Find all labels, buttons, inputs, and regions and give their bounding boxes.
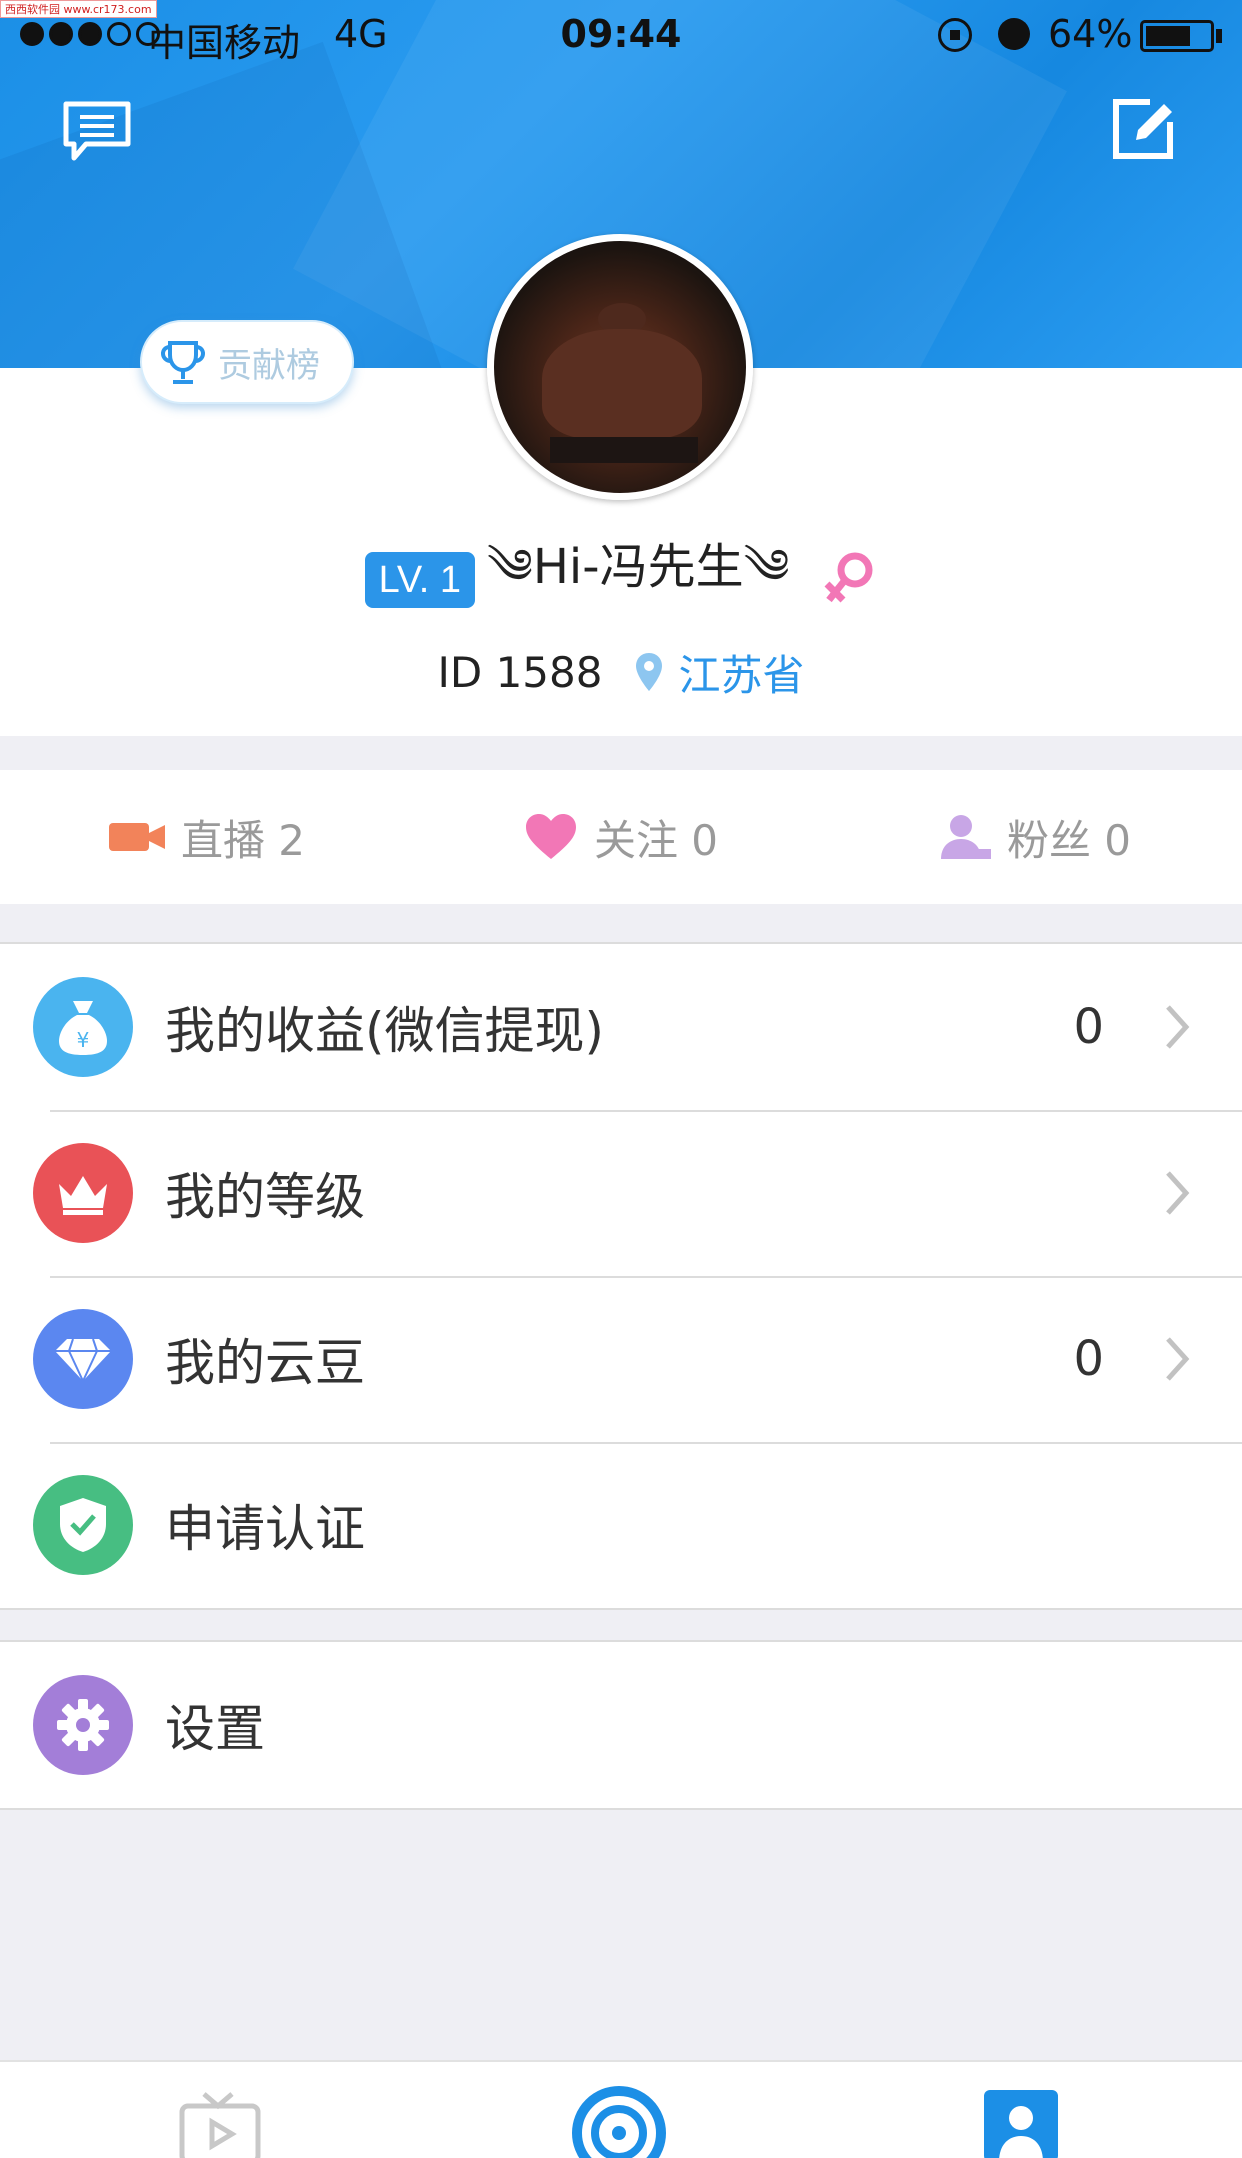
menu-list: ¥ 我的收益(微信提现) 0 我的等级 我的云豆 0 申请认证	[0, 942, 1242, 1610]
menu-item-level[interactable]: 我的等级	[0, 1110, 1242, 1276]
menu-item-settings-label: 设置	[165, 1700, 265, 1758]
stat-fans-label: 粉丝 0	[1006, 815, 1132, 865]
shield-check-icon	[33, 1475, 133, 1575]
camera-lens-icon	[572, 2086, 666, 2158]
location-pin-icon	[636, 653, 663, 691]
battery-icon	[1140, 20, 1214, 52]
edit-icon[interactable]	[1110, 96, 1176, 162]
trophy-icon	[161, 341, 205, 384]
menu-item-verification-label: 申请认证	[165, 1500, 365, 1558]
menu-item-earnings-label: 我的收益(微信提现)	[165, 1002, 605, 1060]
tv-play-icon	[179, 2092, 261, 2158]
stat-following[interactable]: 关注 0	[414, 807, 828, 868]
menu-item-cloud-beans[interactable]: 我的云豆 0	[0, 1276, 1242, 1442]
status-bar: 中国移动 4G 09:44 64%	[0, 0, 1242, 66]
stat-live[interactable]: 直播 2	[0, 807, 414, 868]
money-bag-icon: ¥	[33, 977, 133, 1077]
id-row: ID 1588 江苏省	[0, 642, 1242, 702]
tab-live-tv[interactable]	[178, 2090, 262, 2158]
rotation-lock-icon	[938, 18, 972, 52]
stat-fans[interactable]: 粉丝 0	[828, 807, 1242, 868]
menu-item-settings[interactable]: 设置	[0, 1642, 1242, 1808]
diamond-icon	[33, 1309, 133, 1409]
watermark: 西西软件园 www.cr173.com	[0, 0, 157, 18]
svg-text:¥: ¥	[77, 1028, 90, 1052]
menu-item-earnings[interactable]: ¥ 我的收益(微信提现) 0	[0, 944, 1242, 1110]
contribution-rank-label: 贡献榜	[218, 345, 320, 386]
tab-start-live[interactable]	[570, 2084, 668, 2158]
avatar[interactable]	[487, 234, 753, 500]
stats-row: 直播 2 关注 0 粉丝 0	[0, 770, 1242, 904]
stat-live-label: 直播 2	[180, 815, 306, 865]
tab-me[interactable]	[984, 2090, 1058, 2158]
battery-percent: 64%	[1048, 12, 1133, 56]
crown-icon	[33, 1143, 133, 1243]
level-badge: LV. 1	[364, 552, 475, 608]
message-bubble-icon[interactable]	[62, 100, 132, 162]
profile-icon	[984, 2090, 1058, 2158]
name-row: LV. 1 ༄Hi-冯先生༄	[0, 539, 1242, 612]
menu-item-verification[interactable]: 申请认证	[0, 1442, 1242, 1608]
menu-item-cloud-beans-value: 0	[1073, 1331, 1104, 1387]
stat-following-label: 关注 0	[593, 815, 719, 865]
chevron-right-icon	[1166, 1337, 1190, 1381]
person-icon	[940, 815, 991, 859]
bottom-tab-bar	[0, 2060, 1242, 2158]
chevron-right-icon	[1166, 1005, 1190, 1049]
menu-item-cloud-beans-label: 我的云豆	[165, 1334, 365, 1392]
video-camera-icon	[108, 823, 165, 851]
menu-item-earnings-value: 0	[1073, 999, 1104, 1055]
gear-icon	[33, 1675, 133, 1775]
location: 江苏省	[678, 650, 805, 700]
settings-list: 设置	[0, 1640, 1242, 1810]
contribution-rank-button[interactable]: 贡献榜	[140, 320, 354, 404]
alarm-icon	[998, 18, 1030, 50]
nickname: ༄Hi-冯先生༄	[486, 538, 790, 595]
female-icon	[824, 552, 873, 603]
user-id: ID 1588	[437, 647, 603, 697]
heart-icon	[525, 814, 576, 859]
chevron-right-icon	[1166, 1171, 1190, 1215]
menu-item-level-label: 我的等级	[165, 1168, 365, 1226]
